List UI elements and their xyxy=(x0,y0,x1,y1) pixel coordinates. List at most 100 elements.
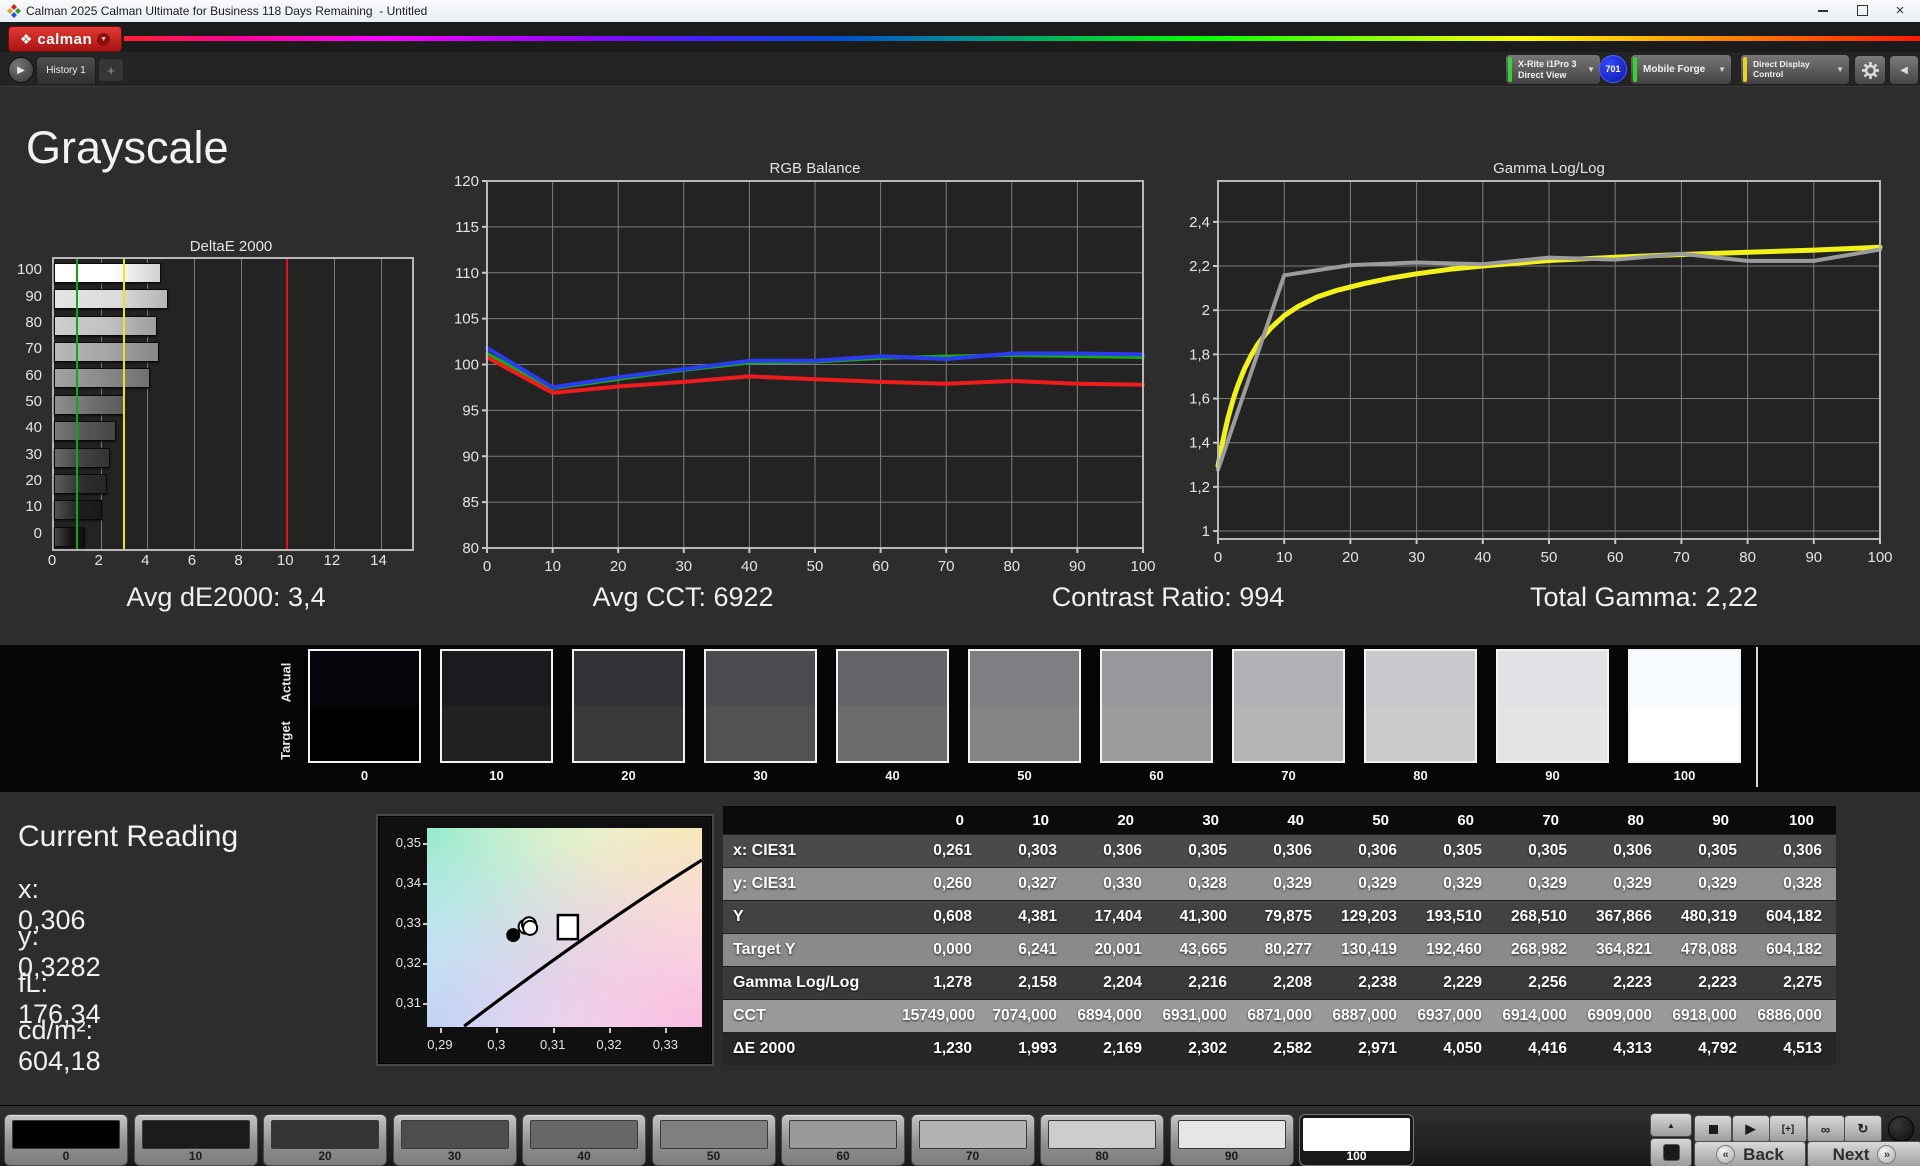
calman-menu-button[interactable]: ❖ calman ▼ xyxy=(8,26,122,52)
collapse-tray-button[interactable]: ▲ xyxy=(1650,1113,1692,1137)
settings-button[interactable] xyxy=(1854,55,1886,85)
display-control-dropdown[interactable]: Direct Display Control ▼ xyxy=(1740,54,1850,85)
refresh-button[interactable]: ↻ xyxy=(1844,1115,1882,1143)
y-tick-label: 85 xyxy=(462,494,479,511)
swatch-target-40 xyxy=(838,706,947,761)
table-cell: 478,088 xyxy=(1666,933,1751,967)
table-cell: 2,216 xyxy=(1156,966,1241,1000)
table-cell: 0,329 xyxy=(1496,867,1581,901)
table-cell: 2,169 xyxy=(1071,1032,1156,1065)
swatch-actual-60 xyxy=(1102,651,1211,706)
cie-y-tick-label: 0,33 xyxy=(395,915,421,931)
cie-point-target xyxy=(556,913,580,941)
pattern-button-90[interactable]: 90 xyxy=(1169,1114,1294,1166)
pattern-button-100[interactable]: 100 xyxy=(1299,1114,1414,1166)
table-cell: 268,510 xyxy=(1496,900,1581,934)
table-cell: 6871,000 xyxy=(1241,999,1326,1033)
pattern-button-label: 50 xyxy=(706,1149,721,1163)
table-cell: 0,328 xyxy=(1156,867,1241,901)
y-tick-label: 1,4 xyxy=(1189,435,1210,452)
source-dropdown[interactable]: Mobile Forge ▼ xyxy=(1630,54,1732,85)
table-cell: 2,229 xyxy=(1411,966,1496,1000)
table-column-header-70: 70 xyxy=(1496,806,1581,835)
table-cell: 6887,000 xyxy=(1326,999,1411,1033)
swatch-actual-50 xyxy=(970,651,1079,706)
swatch-actual-20 xyxy=(574,651,683,706)
table-cell: 6,241 xyxy=(986,933,1071,967)
x-tick-label: 60 xyxy=(1607,549,1624,566)
cie-x-tick-label: 0,33 xyxy=(652,1037,679,1052)
pattern-window-button[interactable] xyxy=(1650,1138,1692,1166)
grayscale-swatch-band: Actual Target 0 10 20 30 40 50 60 70 80 90 100 xyxy=(0,645,1920,792)
cie-y-tick xyxy=(423,883,428,886)
source-name: Mobile Forge xyxy=(1643,63,1706,75)
meter-dropdown[interactable]: X-Rite i1Pro 3 Direct View ▼ xyxy=(1505,54,1601,85)
stop-button[interactable] xyxy=(1694,1115,1732,1143)
pattern-button-20[interactable]: 20 xyxy=(263,1114,387,1166)
table-cell: 4,050 xyxy=(1411,1032,1496,1065)
table-row: Y 0,608 4,381 17,404 41,300 79,875 129,203 193,… xyxy=(723,900,1836,934)
pattern-button-0[interactable]: 0 xyxy=(4,1114,128,1166)
pattern-button-40[interactable]: 40 xyxy=(522,1114,646,1166)
table-cell: 0,327 xyxy=(986,867,1071,901)
pattern-button-60[interactable]: 60 xyxy=(781,1114,905,1166)
table-cell: 41,300 xyxy=(1156,900,1241,934)
next-button[interactable]: Next » xyxy=(1807,1141,1920,1166)
minimize-button[interactable] xyxy=(1801,0,1845,21)
x-tick-label: 0 xyxy=(1214,549,1222,566)
pattern-button-80[interactable]: 80 xyxy=(1040,1114,1164,1166)
play-icon: ▶ xyxy=(17,64,25,76)
deltae-x-tick-label: 2 xyxy=(94,552,103,569)
pattern-button-70[interactable]: 70 xyxy=(910,1114,1035,1166)
swatch-90 xyxy=(1496,649,1609,763)
pattern-button-label: 0 xyxy=(62,1149,70,1163)
table-cell: 2,238 xyxy=(1326,966,1411,1000)
history-scroll-button[interactable]: ▶ xyxy=(8,57,34,83)
swatch-80 xyxy=(1364,649,1477,763)
pattern-button-10[interactable]: 10 xyxy=(133,1114,258,1166)
swatch-target-50 xyxy=(970,706,1079,761)
calman-logo-text: calman xyxy=(37,30,93,48)
summary-contrast-ratio: Contrast Ratio: 994 xyxy=(1051,582,1285,612)
deltae-chart-title: DeltaE 2000 xyxy=(189,238,273,255)
table-column-header-20: 20 xyxy=(1071,806,1156,835)
table-row-label: Gamma Log/Log xyxy=(723,966,901,1000)
back-button[interactable]: « Back xyxy=(1694,1141,1806,1166)
x-tick-label: 20 xyxy=(610,558,627,575)
table-cell: 7074,000 xyxy=(986,999,1071,1033)
swatch-target-0 xyxy=(310,706,419,761)
cie-x-tick xyxy=(609,1028,612,1033)
add-tab-button[interactable]: + xyxy=(98,58,124,82)
pattern-swatch-70 xyxy=(918,1120,1027,1149)
tab-history-1[interactable]: History 1 xyxy=(36,56,96,84)
table-cell: 480,319 xyxy=(1666,900,1751,934)
table-row: CCT 15749,000 7074,000 6894,000 6931,000 6871… xyxy=(723,999,1836,1033)
gamma-chart: 1 1,2 1,4 1,6 1,8 2 2,2 2,4 0 10 20 30 40 50 60 70 80 90 1… xyxy=(1189,180,1893,566)
pattern-swatch-60 xyxy=(789,1120,897,1149)
pattern-button-50[interactable]: 50 xyxy=(651,1114,776,1166)
y-tick-label: 95 xyxy=(462,402,479,419)
swatch-actual-70 xyxy=(1234,651,1343,706)
collapse-panel-button[interactable]: ◀ xyxy=(1889,55,1919,85)
deltae-x-tick-label: 10 xyxy=(276,552,294,569)
table-cell: 0,000 xyxy=(901,933,986,967)
interval-button[interactable]: [+] xyxy=(1769,1115,1807,1143)
deltae-x-tick-label: 6 xyxy=(187,552,197,569)
pattern-button-label: 60 xyxy=(836,1149,850,1163)
table-column-header-80: 80 xyxy=(1581,806,1666,835)
continuous-button[interactable]: ∞ xyxy=(1806,1115,1845,1143)
close-button[interactable]: × xyxy=(1878,0,1920,21)
table-cell: 0,305 xyxy=(1496,834,1581,868)
table-cell: 6931,000 xyxy=(1156,999,1241,1033)
swatch-actual-90 xyxy=(1498,651,1607,706)
table-cell: 2,223 xyxy=(1581,966,1666,1000)
table-cell: 6914,000 xyxy=(1496,999,1581,1033)
pattern-button-30[interactable]: 30 xyxy=(392,1114,517,1166)
table-cell: 20,001 xyxy=(1071,933,1156,967)
swatch-target-20 xyxy=(574,706,683,761)
deltae-bar-70 xyxy=(54,342,159,363)
play-button[interactable]: ▶ xyxy=(1731,1115,1770,1143)
swatch-target-10 xyxy=(442,706,551,761)
gridline xyxy=(333,259,335,549)
x-tick-label: 20 xyxy=(1342,549,1359,566)
